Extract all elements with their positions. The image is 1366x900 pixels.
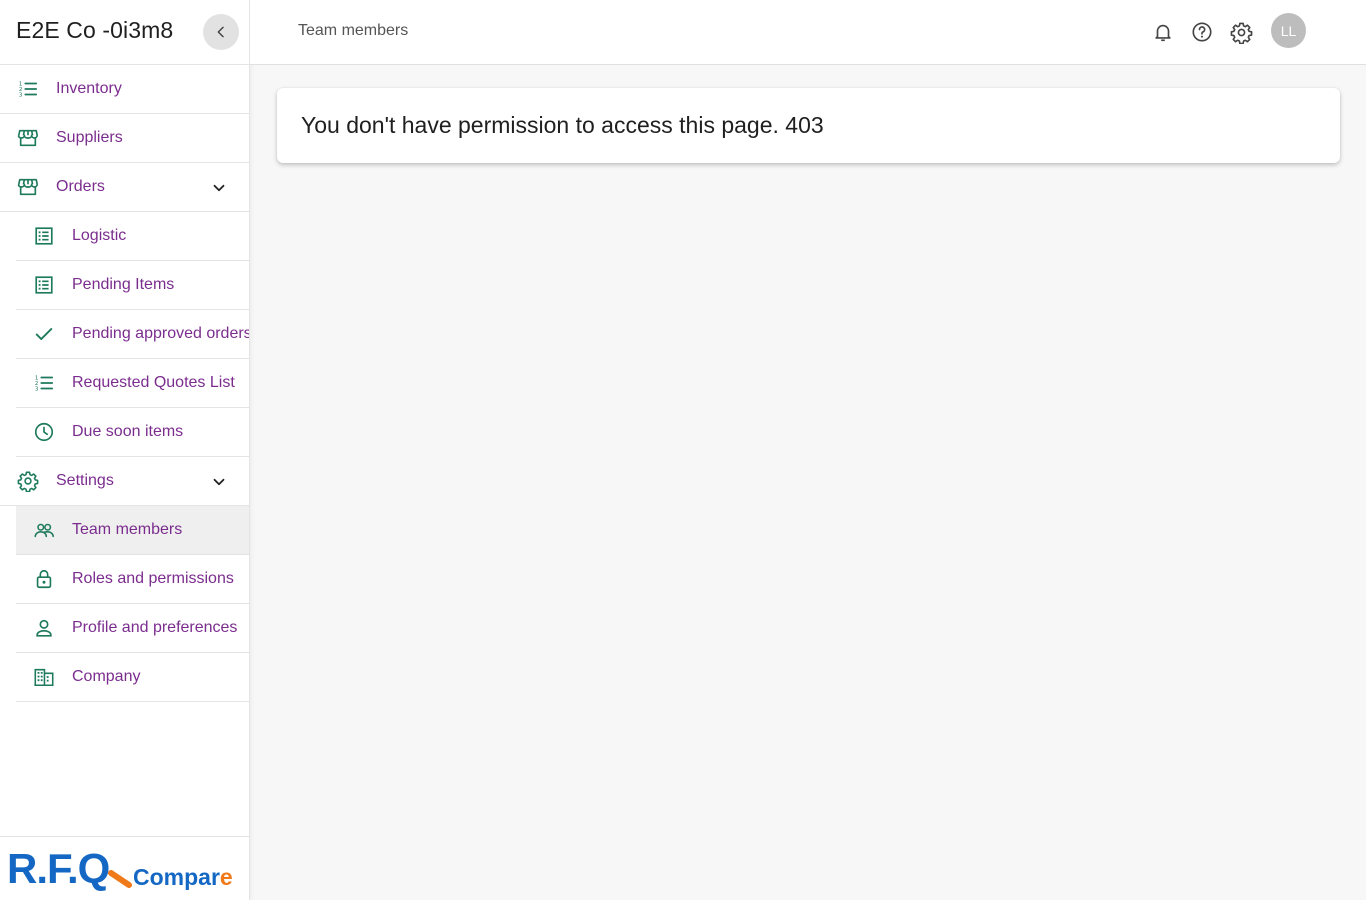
sidebar-item-label: Requested Quotes List	[72, 374, 235, 391]
sidebar-item-label: Orders	[56, 178, 105, 195]
permission-error-message: You don't have permission to access this…	[301, 112, 824, 138]
sidebar-item-label: Roles and permissions	[72, 570, 234, 587]
check-icon	[32, 322, 56, 346]
sidebar-item-logistic[interactable]: Logistic	[16, 212, 249, 261]
sidebar-item-due-soon-items[interactable]: Due soon items	[16, 408, 249, 457]
sidebar-item-label: Team members	[72, 521, 183, 538]
receipt-list-icon	[32, 273, 56, 297]
sidebar-item-label: Profile and preferences	[72, 619, 238, 636]
sidebar-item-label: Pending approved orders	[72, 325, 249, 342]
svg-text:R.F.Q: R.F.Q	[7, 845, 109, 892]
page-title: Team members	[298, 22, 409, 39]
svg-text:Compare: Compare	[133, 864, 233, 890]
storefront-icon	[16, 126, 40, 150]
sidebar-item-label: Suppliers	[56, 129, 123, 146]
sidebar-item-orders[interactable]: Orders	[0, 163, 249, 212]
sidebar: E2E Co -0i3m8 123 Inventory Suppliers Or…	[0, 0, 250, 900]
sidebar-item-requested-quotes-list[interactable]: 123 Requested Quotes List	[16, 359, 249, 408]
bell-icon[interactable]	[1151, 20, 1175, 44]
sidebar-item-suppliers[interactable]: Suppliers	[0, 114, 249, 163]
sidebar-item-label: Logistic	[72, 227, 127, 244]
settings-gear-icon[interactable]	[1229, 20, 1253, 44]
help-icon[interactable]	[1190, 20, 1214, 44]
sidebar-item-label: Settings	[56, 472, 114, 489]
chevron-down-icon[interactable]	[207, 470, 231, 494]
sidebar-nav: 123 Inventory Suppliers Orders Logistic	[0, 65, 249, 702]
top-bar: Team members LL	[250, 0, 1366, 65]
error-card: You don't have permission to access this…	[277, 88, 1340, 163]
sidebar-item-pending-items[interactable]: Pending Items	[16, 261, 249, 310]
list-numbered-icon: 123	[32, 371, 56, 395]
sidebar-item-label: Company	[72, 668, 141, 685]
svg-text:3: 3	[19, 92, 23, 98]
receipt-list-icon	[32, 224, 56, 248]
company-name: E2E Co -0i3m8	[16, 17, 174, 43]
storefront-icon	[16, 175, 40, 199]
sidebar-item-label: Due soon items	[72, 423, 184, 440]
svg-text:3: 3	[35, 386, 39, 392]
rfq-compare-logo: R.F.Q Compare	[7, 845, 233, 892]
sidebar-header: E2E Co -0i3m8	[0, 0, 249, 65]
chevron-left-icon	[217, 26, 224, 38]
building-icon	[32, 665, 56, 689]
sidebar-item-pending-approved-orders[interactable]: Pending approved orders	[16, 310, 249, 359]
chevron-down-icon[interactable]	[207, 176, 231, 200]
sidebar-item-company[interactable]: Company	[16, 653, 249, 702]
gear-icon	[16, 469, 40, 493]
clock-icon	[32, 420, 56, 444]
list-numbered-icon: 123	[16, 77, 40, 101]
sidebar-footer: R.F.Q Compare	[0, 836, 249, 900]
person-icon	[32, 616, 56, 640]
user-avatar[interactable]: LL	[1271, 13, 1306, 48]
people-icon	[32, 518, 56, 542]
sidebar-item-label: Pending Items	[72, 276, 175, 293]
sidebar-item-settings[interactable]: Settings	[0, 457, 249, 506]
sidebar-item-roles-and-permissions[interactable]: Roles and permissions	[16, 555, 249, 604]
sidebar-item-team-members[interactable]: Team members	[16, 506, 249, 555]
collapse-sidebar-button[interactable]	[203, 14, 239, 50]
sidebar-item-label: Inventory	[56, 80, 122, 97]
sidebar-item-inventory[interactable]: 123 Inventory	[0, 65, 249, 114]
sidebar-item-profile-and-preferences[interactable]: Profile and preferences	[16, 604, 249, 653]
lock-icon	[32, 567, 56, 591]
